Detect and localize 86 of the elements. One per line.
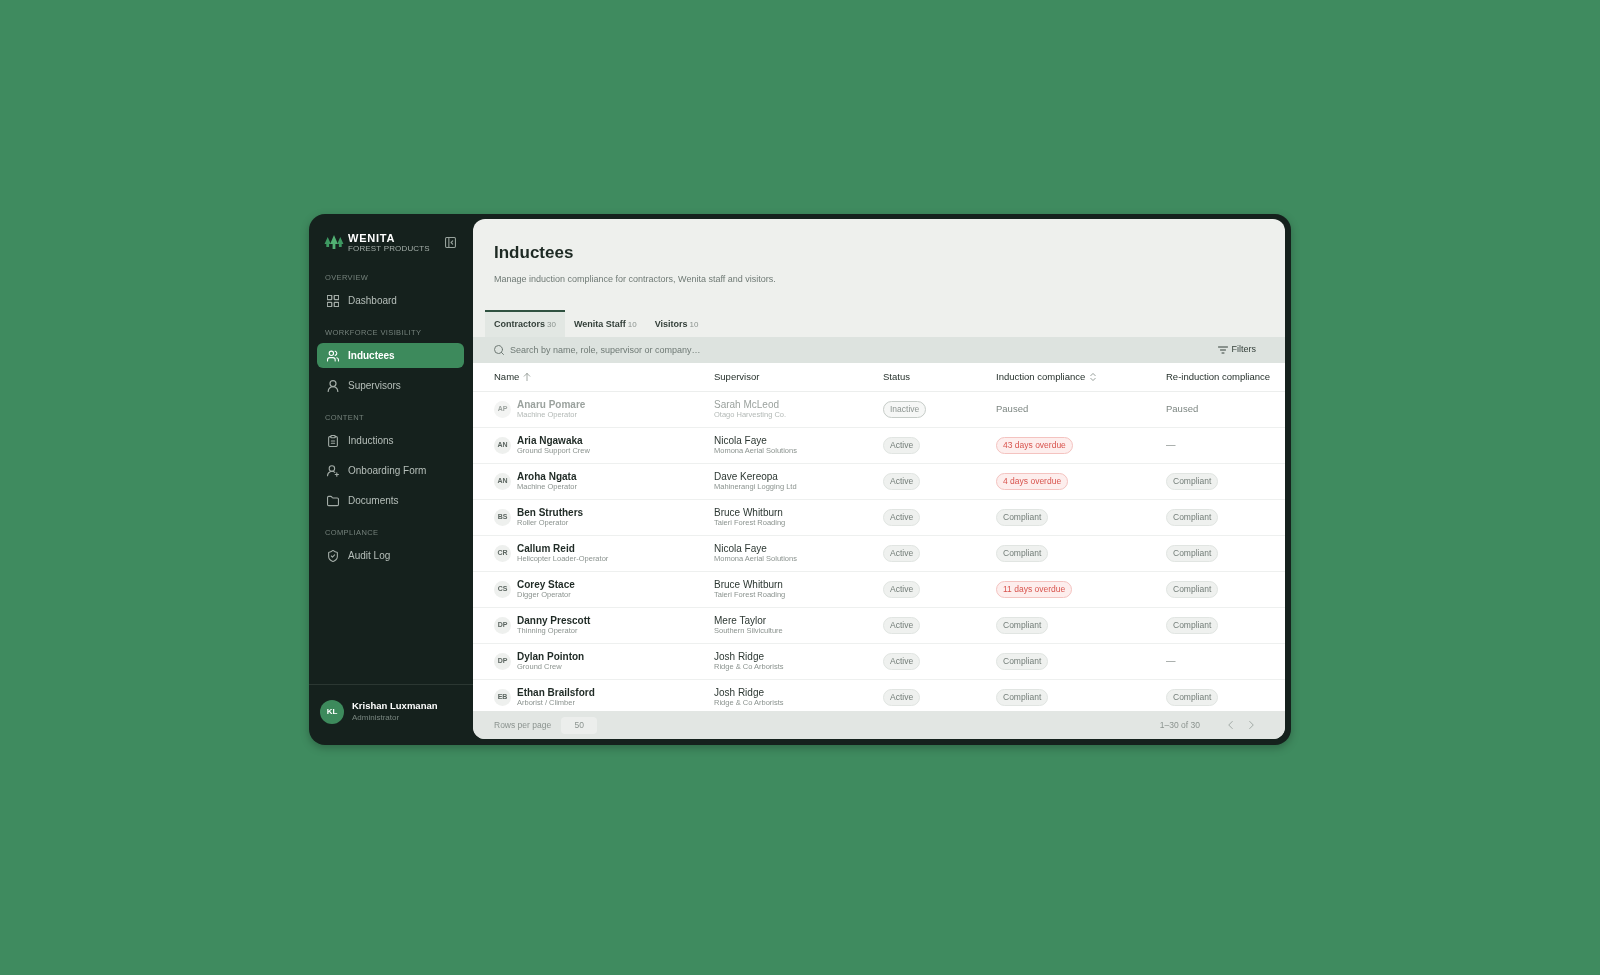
user-plus-icon [327, 464, 339, 477]
filter-icon [1217, 345, 1228, 355]
status-badge: Active [883, 545, 921, 562]
tab[interactable]: Contractors 30 [485, 310, 565, 337]
compliance-badge: Compliant [996, 545, 1049, 562]
sidebar-item[interactable]: Documents [317, 488, 464, 513]
chevron-right-icon [1247, 721, 1255, 729]
status-badge: Active [883, 581, 921, 598]
compliance-badge: Compliant [996, 617, 1049, 634]
clipboard-icon [327, 434, 339, 447]
logo-tagline: FOREST PRODUCTS [348, 243, 430, 253]
users-icon [327, 349, 339, 362]
compliance-badge: 4 days overdue [996, 473, 1069, 490]
compliance-badge: Compliant [1166, 509, 1219, 526]
column-header: Re-induction compliance [1166, 369, 1271, 384]
supervisor-name: Nicola Faye [714, 435, 767, 446]
rows-per-page-label: Rows per page [494, 718, 552, 732]
collapse-sidebar-icon[interactable] [445, 236, 456, 248]
next-page-button[interactable] [1246, 720, 1256, 730]
sidebar-item[interactable]: Onboarding Form [317, 458, 464, 483]
page-title: Inductees [494, 242, 574, 264]
inductee-name[interactable]: Danny Prescott [517, 615, 591, 626]
status-badge: Active [883, 437, 921, 454]
compliance-badge: Compliant [996, 653, 1049, 670]
compliance-badge: Compliant [1166, 689, 1219, 706]
supervisor-name: Bruce Whitburn [714, 507, 783, 518]
inductee-name[interactable]: Aroha Ngata [517, 471, 577, 482]
inductee-name[interactable]: Dylan Pointon [517, 651, 585, 662]
tab[interactable]: Wenita Staff 10 [564, 310, 646, 337]
compliance-badge: 11 days overdue [996, 581, 1073, 598]
user-icon [327, 379, 339, 392]
supervisor-name: Dave Kereopa [714, 471, 778, 482]
compliance-badge: Compliant [1166, 545, 1219, 562]
column-header: Supervisor [714, 369, 760, 384]
compliance-badge: Compliant [1166, 617, 1219, 634]
column-header: Status [883, 369, 910, 384]
compliance-text: Paused [996, 402, 1029, 417]
chevron-left-icon [1226, 721, 1234, 729]
previous-page-button[interactable] [1225, 720, 1235, 730]
compliance-badge: Compliant [1166, 581, 1219, 598]
status-badge: Active [883, 473, 921, 490]
compliance-badge: Compliant [1166, 473, 1219, 490]
pagination-range: 1–30 of 30 [1159, 718, 1200, 732]
grid-icon [327, 294, 339, 307]
supervisor-name: Mere Taylor [714, 615, 767, 626]
sidebar-item[interactable]: Inductions [317, 428, 464, 453]
status-badge: Active [883, 617, 921, 634]
status-badge: Active [883, 653, 921, 670]
compliance-badge: Compliant [996, 509, 1049, 526]
compliance-badge: 43 days overdue [996, 437, 1073, 454]
compliance-text: Paused [1166, 402, 1199, 417]
folder-icon [327, 494, 339, 507]
status-badge: Active [883, 509, 921, 526]
compliance-badge: Compliant [996, 689, 1049, 706]
status-badge: Active [883, 689, 921, 706]
supervisor-name: Josh Ridge [714, 651, 765, 662]
inductee-name[interactable]: Ben Struthers [517, 507, 584, 518]
filters-button[interactable]: Filters [1209, 337, 1285, 363]
supervisor-name: Sarah McLeod [714, 399, 780, 410]
shield-check-icon [327, 549, 339, 562]
search-input[interactable]: Search by name, role, supervisor or company… [510, 342, 1210, 358]
user-role: Administrator [352, 712, 400, 724]
search-field[interactable]: Search by name, role, supervisor or company… [473, 337, 1210, 363]
sidebar-item[interactable]: Supervisors [317, 373, 464, 398]
compliance-text: — [1166, 654, 1176, 669]
logo-wordmark: WENITA [348, 231, 396, 244]
column-header[interactable]: Induction compliance [996, 369, 1098, 385]
compliance-text: — [1166, 438, 1176, 453]
status-badge: Inactive [883, 401, 927, 418]
pine-trees-logo-icon [324, 235, 344, 249]
tab[interactable]: Visitors 10 [645, 310, 708, 337]
supervisor-name: Josh Ridge [714, 687, 765, 698]
search-icon [494, 345, 504, 355]
sidebar-item[interactable]: Inductees [317, 343, 464, 368]
inductee-name[interactable]: Aria Ngawaka [517, 435, 583, 446]
page-subtitle: Manage induction compliance for contractors, Wenita staff and visitors. [494, 273, 776, 285]
supervisor-name: Bruce Whitburn [714, 579, 783, 590]
inductee-name[interactable]: Ethan Brailsford [517, 687, 595, 698]
sidebar-item[interactable]: Dashboard [317, 288, 464, 313]
inductee-name[interactable]: Callum Reid [517, 543, 575, 554]
user-avatar: KL [320, 700, 344, 724]
user-name: Krishan Luxmanan [352, 700, 438, 712]
column-header[interactable]: Name [494, 369, 532, 385]
supervisor-name: Nicola Faye [714, 543, 767, 554]
sidebar-item[interactable]: Audit Log [317, 543, 464, 568]
inductee-name[interactable]: Corey Stace [517, 579, 575, 590]
